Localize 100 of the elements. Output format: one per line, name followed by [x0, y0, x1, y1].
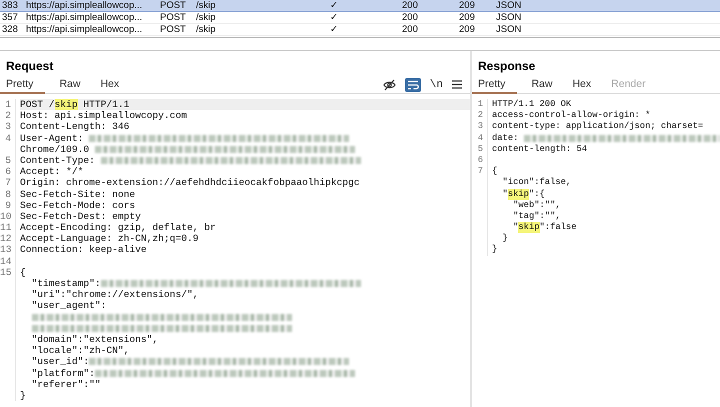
code-text: Sec-Fetch-Mode: cors: [20, 200, 136, 211]
code-text: }: [20, 390, 26, 402]
request-row[interactable]: 357 https://api.simpleallowcop... POST /skip ✓ 200 209 JSON: [0, 12, 720, 24]
code-text: "user_agent":: [30, 300, 106, 312]
code-text: "referer":"": [30, 378, 101, 390]
code-text: ":false: [540, 222, 576, 234]
editor-tab[interactable]: Hex: [94, 76, 126, 94]
table-cell-text: 383: [1, 0, 18, 11]
code-text: Content-Length: 346: [20, 121, 130, 133]
code-text: "platform":: [30, 368, 95, 379]
code-text: "icon":false,: [502, 177, 572, 188]
code-text: Origin: chrome-extension://aefehdhdciieocakfobpaaolhipkcpgc: [20, 177, 360, 188]
code-text: {: [20, 266, 26, 278]
code-text: Chrome/109.0: [20, 144, 90, 155]
editor-tab[interactable]: Raw: [53, 76, 86, 94]
code-text: Content-Type:: [20, 154, 96, 166]
code-text: }: [492, 244, 498, 256]
table-cell-text: 357: [1, 12, 18, 23]
table-cell-text: POST: [159, 12, 186, 23]
check-mark: ✓: [330, 24, 338, 35]
table-cell-text: /skip: [195, 24, 216, 35]
code-text: {: [492, 166, 498, 178]
pane-title: Response: [477, 58, 536, 75]
line-number: 2: [0, 110, 16, 122]
line-number: 11: [0, 222, 16, 234]
line-number: 14: [0, 256, 16, 267]
code-text: Sec-Fetch-Site: none: [20, 188, 136, 200]
code-text: }: [502, 233, 508, 244]
line-number: 5: [0, 154, 16, 166]
table-cell-text: 328: [1, 24, 18, 35]
line-number: 6: [472, 154, 488, 166]
code-text: content-type: application/json; charset=: [492, 121, 704, 133]
line-number: 9: [0, 200, 16, 211]
table-cell-text: JSON: [495, 24, 522, 35]
table-cell-text: 200: [401, 12, 418, 23]
code-text: POST /: [20, 99, 55, 110]
highlighted-text: skip: [54, 99, 78, 110]
table-cell-text: https://api.simpleallowcop...: [25, 12, 142, 23]
table-cell-text: 200: [401, 0, 418, 11]
line-number: 6: [0, 166, 16, 178]
code-text: "timestamp":: [30, 278, 101, 290]
code-text: HTTP/1.1 200 OK: [492, 99, 572, 110]
eye-slash-icon[interactable]: [382, 78, 396, 90]
table-cell-text: 209: [458, 0, 475, 11]
check-mark: ✓: [330, 0, 338, 11]
request-row[interactable]: 328 https://api.simpleallowcop... POST /skip ✓ 200 209 JSON: [0, 24, 720, 36]
line-number: 4: [472, 132, 488, 144]
line-number: 7: [472, 166, 488, 178]
code-text: content-length: 54: [492, 144, 588, 155]
editor-tab[interactable]: Hex: [566, 76, 598, 94]
table-cell-text: 209: [458, 12, 475, 23]
code-text: "web":"",: [512, 200, 561, 211]
table-cell-text: https://api.simpleallowcop...: [25, 24, 142, 35]
code-text: Connection: keep-alive: [20, 244, 147, 256]
code-text: Accept-Language: zh-CN,zh;q=0.9: [20, 233, 198, 244]
line-number: 15: [0, 266, 16, 278]
line-number: 1: [472, 99, 488, 110]
editor-tab[interactable]: Raw: [525, 76, 558, 94]
code-text: date:: [492, 132, 520, 144]
code-text: "user_id":: [30, 356, 90, 368]
highlighted-text: skip: [508, 188, 529, 200]
code-text: "domain":"extensions",: [30, 334, 158, 346]
code-text: ":{: [528, 188, 545, 200]
line-number: 10: [0, 210, 16, 222]
line-number: 1: [0, 99, 16, 110]
newline-toggle[interactable]: \n: [430, 78, 443, 92]
line-number: 3: [472, 121, 488, 133]
table-cell-text: 200: [401, 24, 418, 35]
table-cell-text: JSON: [495, 0, 522, 11]
code-text: "tag":"",: [512, 210, 561, 222]
wrap-lines-icon[interactable]: [406, 80, 419, 90]
table-cell-text: JSON: [495, 12, 522, 23]
line-number: 2: [472, 110, 488, 122]
code-text: "uri":"chrome://extensions/",: [30, 289, 198, 300]
table-cell-text: POST: [159, 24, 186, 35]
code-text: HTTP/1.1: [82, 99, 130, 110]
menu-icon[interactable]: [452, 80, 462, 89]
request-row[interactable]: 383 https://api.simpleallowcop... POST /skip ✓ 200 209 JSON: [0, 0, 720, 12]
code-text: "locale":"zh-CN",: [30, 345, 130, 356]
code-text: Sec-Fetch-Dest: empty: [20, 210, 141, 222]
table-cell-text: POST: [159, 0, 186, 11]
code-text: access-control-allow-origin: *: [492, 110, 650, 122]
line-number: 7: [0, 177, 16, 188]
table-cell-text: /skip: [195, 12, 216, 23]
pane-title: Request: [5, 58, 54, 75]
code-text: Accept-Encoding: gzip, deflate, br: [20, 222, 216, 234]
line-number: 12: [0, 233, 16, 244]
line-number: 8: [0, 188, 16, 200]
code-text: ": [502, 188, 508, 200]
table-cell-text: https://api.simpleallowcop...: [25, 0, 142, 11]
editor-tab[interactable]: Pretty: [0, 76, 46, 94]
table-cell-text: 209: [458, 24, 475, 35]
code-text: ": [512, 222, 518, 234]
code-text: Host: api.simpleallowcopy.com: [20, 110, 187, 122]
line-number: 4: [0, 132, 16, 144]
editor-tab[interactable]: Pretty: [472, 76, 518, 94]
line-number: 5: [472, 144, 488, 155]
table-cell-text: /skip: [195, 0, 216, 11]
code-text: Accept: */*: [20, 166, 84, 178]
highlighted-text: skip: [518, 222, 540, 234]
